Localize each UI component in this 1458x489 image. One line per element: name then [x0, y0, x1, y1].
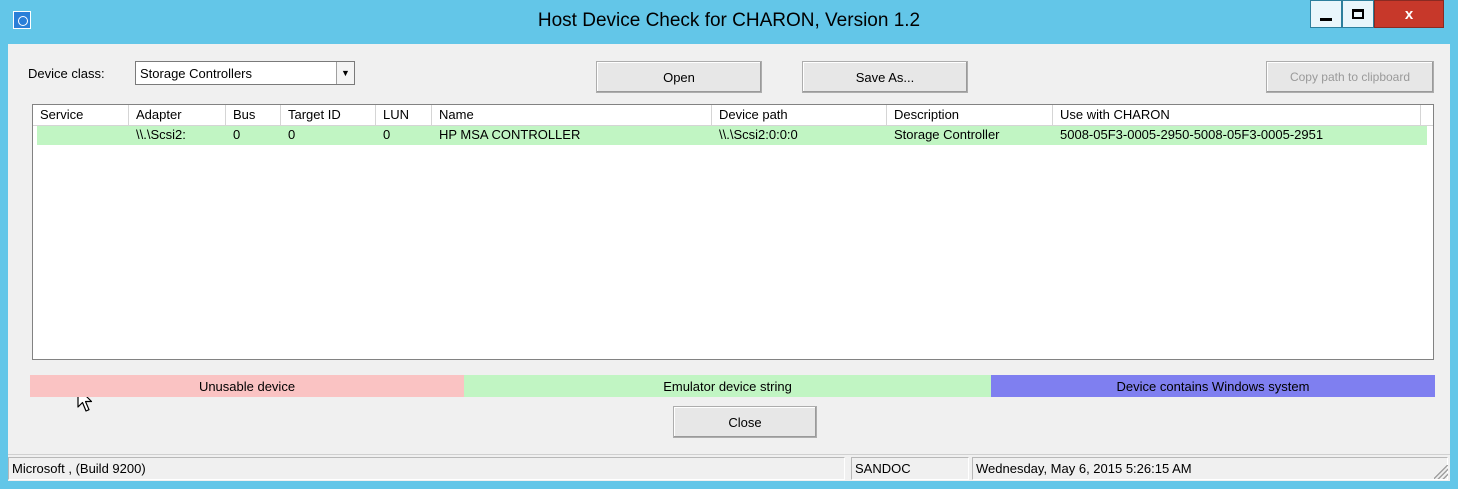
resize-grip-icon[interactable] [1434, 465, 1448, 479]
column-header-lun[interactable]: LUN [376, 105, 432, 126]
cell-adapter: \\.\Scsi2: [136, 127, 186, 142]
device-list[interactable]: Service Adapter Bus Target ID LUN Name D… [32, 104, 1434, 412]
minimize-icon [1311, 1, 1341, 27]
column-header-service[interactable]: Service [33, 105, 129, 126]
cell-device-path: \\.\Scsi2:0:0:0 [719, 127, 798, 142]
cell-use-with-charon: 5008-05F3-0005-2950-5008-05F3-0005-2951 [1060, 127, 1324, 142]
close-button[interactable]: Close [673, 406, 817, 438]
device-class-value: Storage Controllers [140, 66, 252, 81]
maximize-button[interactable] [1342, 0, 1374, 28]
legend-emulator-device-string: Emulator device string [464, 375, 991, 397]
legend-windows-system: Device contains Windows system [991, 375, 1435, 397]
column-header-use-with-charon[interactable]: Use with CHARON [1053, 105, 1421, 126]
device-class-select[interactable]: Storage Controllers ▼ [135, 61, 355, 85]
title-bar[interactable]: Host Device Check for CHARON, Version 1.… [0, 0, 1458, 44]
status-os: Microsoft , (Build 9200) [8, 457, 845, 480]
column-header-name[interactable]: Name [432, 105, 712, 126]
status-bar: Microsoft , (Build 9200) SANDOC Wednesda… [8, 454, 1450, 481]
column-header-adapter[interactable]: Adapter [129, 105, 226, 126]
minimize-button[interactable] [1310, 0, 1342, 28]
open-button[interactable]: Open [596, 61, 762, 93]
client-area: Device class: Storage Controllers ▼ Open… [8, 44, 1450, 454]
table-row[interactable]: \\.\Scsi2: 0 0 0 HP MSA CONTROLLER \\.\S… [37, 126, 1427, 145]
cell-service [37, 126, 129, 145]
window-title: Host Device Check for CHARON, Version 1.… [537, 10, 921, 31]
column-header-device-path[interactable]: Device path [712, 105, 887, 126]
list-header: Service Adapter Bus Target ID LUN Name D… [33, 105, 1433, 126]
column-header-target-id[interactable]: Target ID [281, 105, 376, 126]
device-class-label: Device class: [28, 66, 105, 81]
chevron-down-icon[interactable]: ▼ [336, 62, 354, 84]
copy-path-button[interactable]: Copy path to clipboard [1266, 61, 1434, 93]
save-as-button[interactable]: Save As... [802, 61, 968, 93]
close-icon: x [1404, 5, 1414, 23]
status-datetime: Wednesday, May 6, 2015 5:26:15 AM [972, 457, 1448, 480]
legend-unusable-device: Unusable device [30, 375, 464, 397]
column-header-description[interactable]: Description [887, 105, 1053, 126]
cell-name: HP MSA CONTROLLER [439, 127, 581, 142]
main-window: Host Device Check for CHARON, Version 1.… [0, 0, 1458, 489]
cell-target-id: 0 [288, 127, 296, 142]
status-host: SANDOC [851, 457, 969, 480]
cell-bus: 0 [233, 127, 241, 142]
cell-lun: 0 [383, 127, 391, 142]
column-header-bus[interactable]: Bus [226, 105, 281, 126]
maximize-icon [1343, 1, 1373, 27]
close-window-button[interactable]: x [1374, 0, 1444, 28]
cell-description: Storage Controller [894, 127, 1000, 142]
